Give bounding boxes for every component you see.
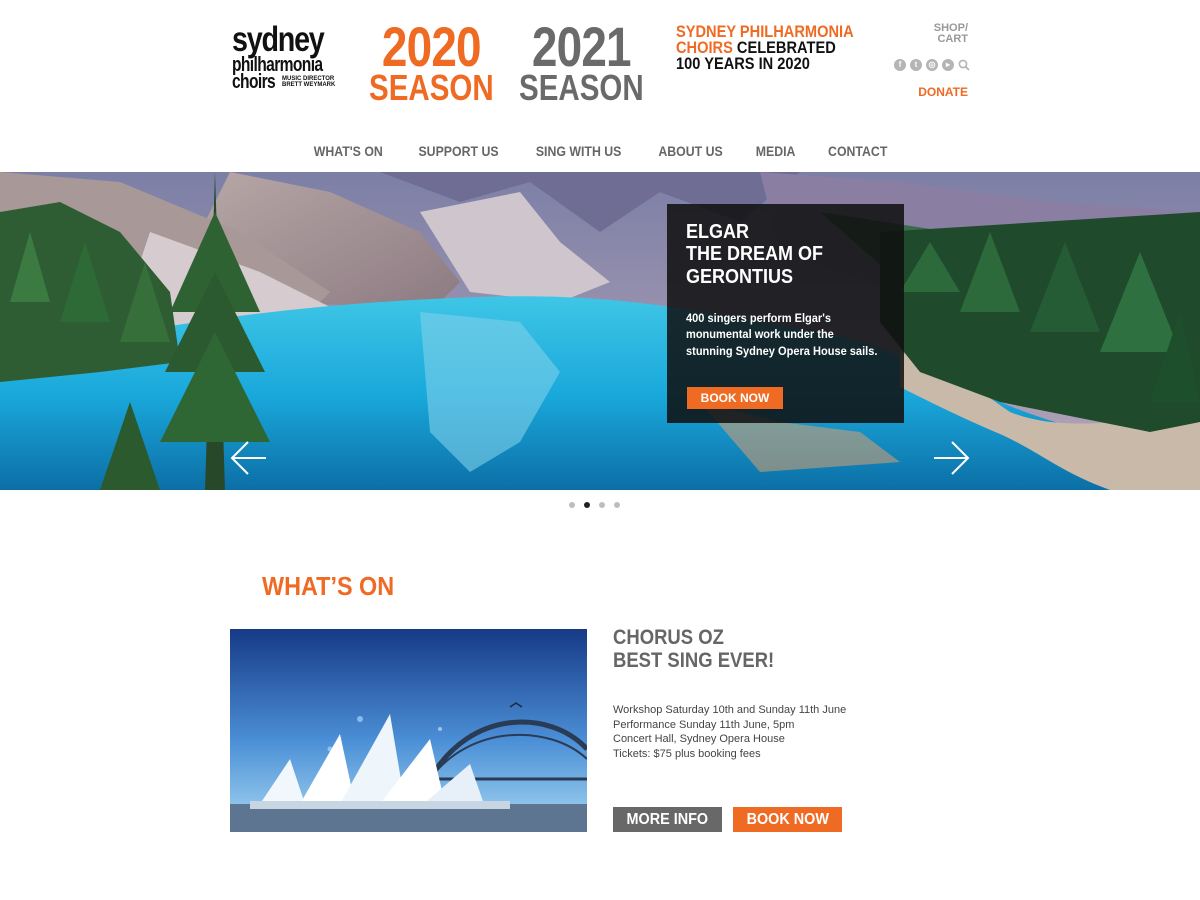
carousel-next-arrow-icon[interactable] [932, 440, 972, 476]
event-detail-workshop: Workshop Saturday 10th and Sunday 11th J… [613, 704, 847, 716]
event-title[interactable]: CHORUS OZ BEST SING EVER! [613, 626, 774, 672]
twitter-icon[interactable]: t [910, 59, 922, 71]
event-book-now-button[interactable]: BOOK NOW [733, 807, 842, 832]
nav-item-sing-with-us[interactable]: SING WITH US [525, 143, 633, 159]
hero-title: ELGAR THE DREAM OF GERONTIUS [686, 221, 865, 288]
hero-description: 400 singers perform Elgar's monumental w… [686, 310, 877, 359]
social-icons: f t ◎ ▸ [894, 59, 970, 71]
centenary-line3: 100 YEARS IN 2020 [676, 54, 810, 74]
season-2020-label: SEASON [369, 67, 494, 109]
event-title-line1: CHORUS OZ [613, 626, 724, 649]
search-icon[interactable] [958, 59, 970, 71]
carousel-dot-4[interactable] [614, 502, 620, 508]
carousel-dot-3[interactable] [599, 502, 605, 508]
opera-house-illustration [230, 629, 587, 832]
nav-item-support-us[interactable]: SUPPORT US [407, 143, 510, 159]
youtube-icon[interactable]: ▸ [942, 59, 954, 71]
event-detail-performance: Performance Sunday 11th June, 5pm [613, 718, 795, 731]
hero-title-line2: THE DREAM OF [686, 243, 823, 266]
instagram-icon[interactable]: ◎ [926, 59, 938, 71]
hero-description-line3: stunning Sydney Opera House sails. [686, 343, 878, 358]
nav-item-media[interactable]: MEDIA [744, 143, 807, 159]
site-logo[interactable]: sydney philharmonia choirs MUSIC DIRECTO… [232, 20, 335, 93]
facebook-icon[interactable]: f [894, 59, 906, 71]
logo-line-sydney: sydney [232, 20, 325, 59]
season-2020-link[interactable]: 2020 SEASON [369, 15, 494, 109]
event-detail-tickets: Tickets: $75 plus booking fees [613, 747, 761, 760]
more-info-button[interactable]: MORE INFO [613, 807, 722, 832]
event-image-opera-house[interactable] [230, 629, 587, 832]
nav-item-contact[interactable]: CONTACT [816, 143, 898, 159]
main-nav: WHAT'S ON SUPPORT US SING WITH US ABOUT … [0, 143, 1200, 159]
music-director-label: MUSIC DIRECTOR [282, 76, 335, 82]
hero-carousel [0, 172, 1200, 490]
hero-landscape-image [0, 172, 1200, 490]
hero-description-line2: monumental work under the [686, 327, 834, 342]
shop-cart-link[interactable]: SHOP/ CART [934, 23, 968, 45]
carousel-dot-2[interactable] [584, 502, 590, 508]
hero-caption-card: ELGAR THE DREAM OF GERONTIUS 400 singers… [667, 204, 904, 423]
centenary-banner[interactable]: SYDNEY PHILHARMONIA CHOIRS CELEBRATED 10… [676, 23, 854, 74]
event-detail-venue: Concert Hall, Sydney Opera House [613, 733, 785, 746]
music-director-name: BRETT WEYMARK [282, 82, 336, 89]
season-2021-label: SEASON [519, 67, 644, 109]
hero-title-line1: ELGAR [686, 221, 749, 243]
event-details: Workshop Saturday 10th and Sunday 11th J… [613, 703, 846, 762]
whats-on-heading: WHAT’S ON [262, 571, 395, 601]
hero-description-line1: 400 singers perform Elgar's [686, 311, 831, 326]
logo-line-choirs: choirs [232, 71, 276, 93]
hero-title-line3: GERONTIUS [686, 265, 794, 288]
carousel-dot-1[interactable] [569, 502, 575, 508]
event-title-line2: BEST SING EVER! [613, 649, 775, 673]
carousel-prev-arrow-icon[interactable] [228, 440, 268, 476]
cart-label: CART [937, 33, 968, 45]
nav-item-whats-on[interactable]: WHAT'S ON [302, 143, 394, 159]
season-2021-link[interactable]: 2021 SEASON [519, 15, 644, 109]
hero-book-now-button[interactable]: BOOK NOW [687, 387, 783, 409]
season-2020-year: 2020 [381, 15, 482, 78]
season-2021-year: 2021 [531, 15, 632, 78]
logo-music-director: MUSIC DIRECTOR BRETT WEYMARK [282, 76, 335, 89]
more-info-label: MORE INFO [626, 811, 709, 828]
donate-link[interactable]: DONATE [918, 85, 968, 99]
event-book-now-label: BOOK NOW [746, 811, 829, 828]
carousel-pagination [569, 502, 620, 508]
nav-item-about-us[interactable]: ABOUT US [646, 143, 733, 159]
